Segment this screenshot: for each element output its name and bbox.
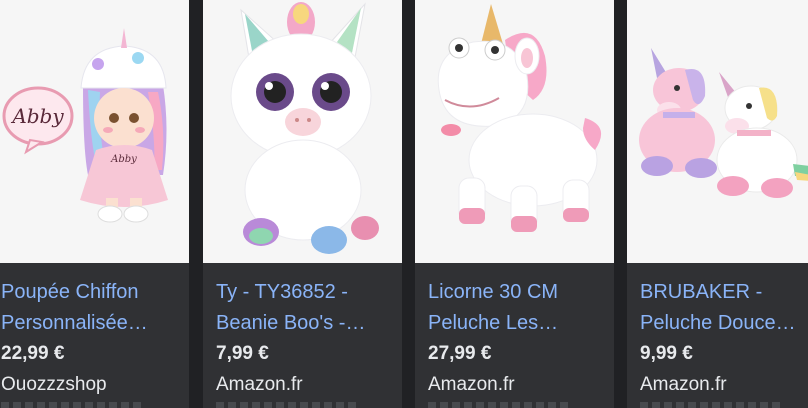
beanie-boo-image [230, 2, 379, 254]
product-title-line1[interactable]: Poupée Chiffon [1, 277, 179, 308]
product-card-brubaker[interactable]: BRUBAKER - Peluche Douce… 9,99 € Amazon.… [627, 0, 808, 408]
product-title-line2[interactable]: Peluche Douce… [640, 308, 808, 339]
product-title-line2[interactable]: Beanie Boo's -… [216, 308, 392, 339]
product-title-line2[interactable]: Peluche Les… [428, 308, 604, 339]
product-image-doll[interactable]: Abby Abby [0, 0, 189, 263]
doll-shirt-label: Abby [110, 154, 137, 165]
product-extra-line [216, 402, 356, 408]
bubble-name-label: Abby [10, 104, 64, 128]
product-seller: Amazon.fr [640, 374, 727, 395]
licorne-image [437, 4, 602, 232]
product-seller: Ouozzzshop [1, 374, 107, 395]
product-image-brubaker[interactable] [627, 0, 808, 263]
product-card-licorne[interactable]: Licorne 30 CM Peluche Les… 27,99 € Amazo… [415, 0, 614, 408]
product-title-line2[interactable]: Personnalisée… [1, 308, 179, 339]
product-image-beanie-boo[interactable] [203, 0, 402, 263]
product-seller: Amazon.fr [216, 374, 303, 395]
product-card-beanie-boo[interactable]: Ty - TY36852 - Beanie Boo's -… 7,99 € Am… [203, 0, 402, 408]
shopping-results-strip: Abby Abby Poupée Chiffon Personnalisée… … [0, 0, 808, 408]
product-image-licorne[interactable] [415, 0, 614, 263]
product-title-line1[interactable]: BRUBAKER - [640, 277, 808, 308]
product-price: 27,99 € [428, 343, 492, 364]
product-price: 7,99 € [216, 343, 269, 364]
doll-image: Abby Abby [2, 28, 168, 223]
product-extra-line [1, 402, 141, 408]
product-extra-line [640, 402, 780, 408]
product-title-line1[interactable]: Licorne 30 CM [428, 277, 604, 308]
product-seller: Amazon.fr [428, 374, 515, 395]
product-title-line1[interactable]: Ty - TY36852 - [216, 277, 392, 308]
product-price: 22,99 € [1, 343, 65, 364]
product-card-doll[interactable]: Abby Abby Poupée Chiffon Personnalisée… … [0, 0, 189, 408]
product-price: 9,99 € [640, 343, 693, 364]
brubaker-image [639, 48, 808, 198]
product-extra-line [428, 402, 568, 408]
